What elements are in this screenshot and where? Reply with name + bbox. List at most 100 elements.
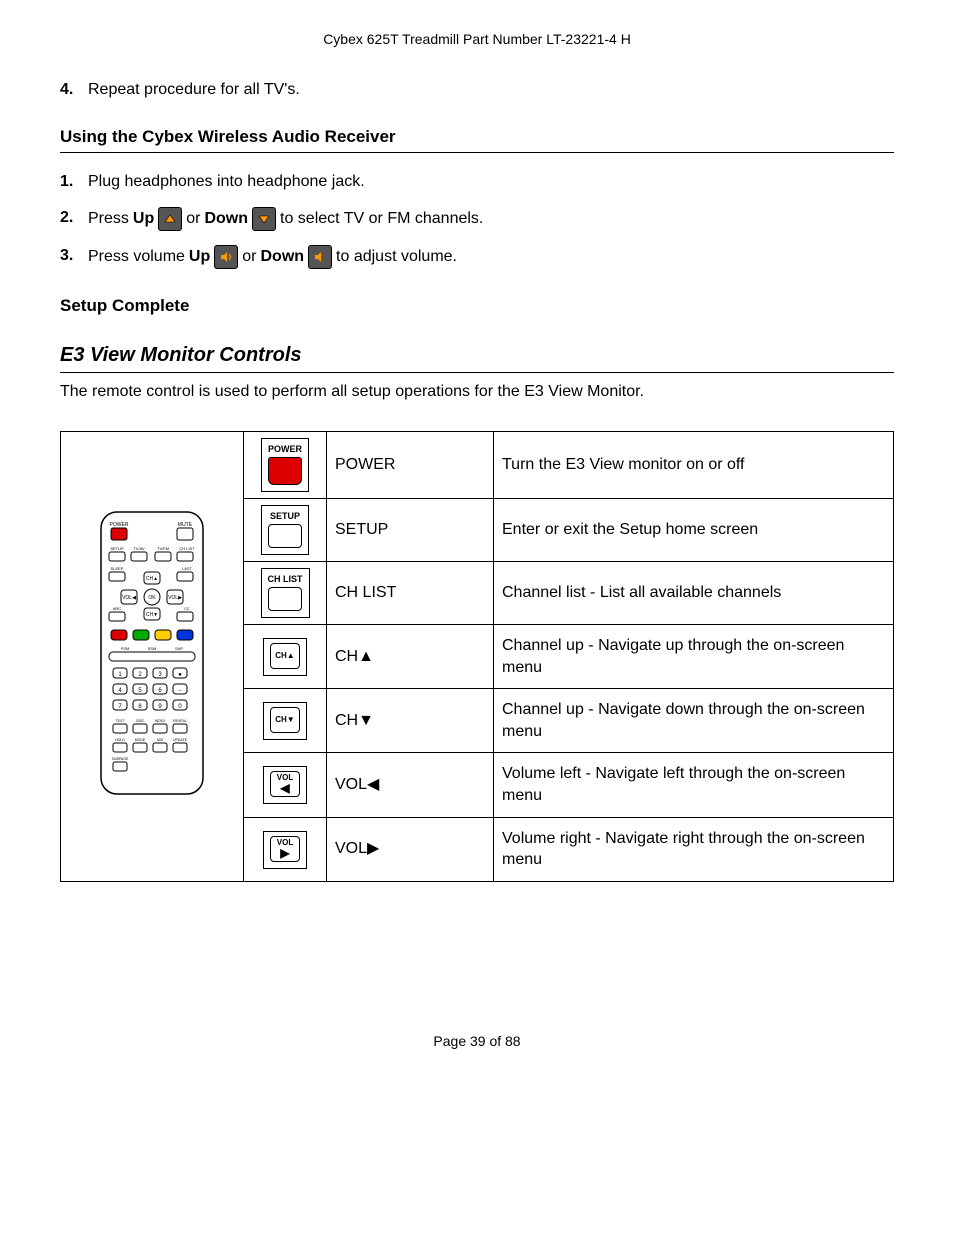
svg-text:SIZE: SIZE (136, 719, 144, 723)
ch-up-button-icon: CH▲ (263, 638, 307, 676)
svg-text:MUTE: MUTE (178, 522, 193, 528)
button-label: VOL◀ (327, 753, 494, 817)
channel-up-icon (158, 207, 182, 231)
channel-down-icon (252, 207, 276, 231)
svg-text:TEXT: TEXT (116, 719, 126, 723)
button-description: Channel list - List all available channe… (494, 561, 894, 624)
vol-left-button-icon: VOL◀ (263, 766, 307, 804)
svg-text:POWER: POWER (110, 522, 129, 528)
button-description: Volume left - Navigate left through the … (494, 753, 894, 817)
section-heading-wireless: Using the Cybex Wireless Audio Receiver (60, 126, 894, 153)
list-number: 4. (60, 79, 88, 101)
list-item: 1. Plug headphones into headphone jack. (60, 171, 894, 193)
svg-text:MODE: MODE (135, 738, 146, 742)
svg-text:LAST: LAST (182, 566, 193, 571)
svg-text:TV/FM: TV/FM (157, 546, 169, 551)
list-text: Press Up or Down to select TV or FM chan… (88, 207, 894, 231)
svg-text:UPDATE: UPDATE (173, 738, 188, 742)
button-label: POWER (327, 431, 494, 498)
power-button-icon: POWER (261, 438, 309, 492)
list-text: Press volume Up or Down to adjust volume… (88, 245, 894, 269)
svg-text:SETUP: SETUP (110, 546, 124, 551)
button-label: VOL▶ (327, 817, 494, 881)
button-icon-cell: POWER (244, 431, 327, 498)
svg-text:INDEX: INDEX (155, 719, 166, 723)
svg-text:VOL▶: VOL▶ (168, 595, 182, 601)
intro-paragraph: The remote control is used to perform al… (60, 381, 894, 403)
wireless-steps: 1. Plug headphones into headphone jack. … (60, 171, 894, 269)
controls-table: POWER MUTE SETUP TV/AV TV/FM CH LIST SLE… (60, 431, 894, 882)
text-fragment: Press (88, 208, 129, 230)
svg-text:TV/AV: TV/AV (133, 546, 145, 551)
chlist-button-icon: CH LIST (261, 568, 310, 618)
button-label: CH▼ (327, 689, 494, 753)
button-icon-cell: SETUP (244, 498, 327, 561)
step-4-list: 4. Repeat procedure for all TV's. (60, 79, 894, 101)
doc-header: Cybex 625T Treadmill Part Number LT-2322… (60, 30, 894, 49)
volume-up-icon (214, 245, 238, 269)
list-item: 2. Press Up or Down to select TV or FM c… (60, 207, 894, 231)
text-fragment: to select TV or FM channels. (280, 208, 483, 230)
text-bold: Up (189, 246, 210, 268)
svg-text:REVEAL: REVEAL (173, 719, 187, 723)
remote-image-cell: POWER MUTE SETUP TV/AV TV/FM CH LIST SLE… (61, 431, 244, 881)
button-icon-cell: VOL◀ (244, 753, 327, 817)
list-number: 3. (60, 245, 88, 267)
svg-text:ARC: ARC (113, 606, 122, 611)
section-heading-complete: Setup Complete (60, 295, 894, 318)
svg-text:PSM: PSM (121, 646, 130, 651)
button-description: Turn the E3 View monitor on or off (494, 431, 894, 498)
svg-text:CH▼: CH▼ (146, 612, 158, 618)
list-text: Plug headphones into headphone jack. (88, 171, 894, 193)
button-description: Channel up - Navigate up through the on-… (494, 624, 894, 688)
button-label: CH▲ (327, 624, 494, 688)
svg-text:HOLD: HOLD (115, 738, 125, 742)
list-number: 2. (60, 207, 88, 229)
text-bold: Up (133, 208, 154, 230)
text-bold: Down (260, 246, 304, 268)
text-fragment: to adjust volume. (336, 246, 457, 268)
svg-text:SLEEP: SLEEP (111, 566, 124, 571)
icon-label: CH▼ (275, 716, 294, 724)
button-icon-cell: CH▲ (244, 624, 327, 688)
svg-text:−: − (178, 688, 182, 694)
page-footer: Page 39 of 88 (60, 1032, 894, 1051)
list-text: Repeat procedure for all TV's. (88, 79, 894, 101)
table-row: POWER MUTE SETUP TV/AV TV/FM CH LIST SLE… (61, 431, 894, 498)
button-description: Channel up - Navigate down through the o… (494, 689, 894, 753)
section-heading-e3: E3 View Monitor Controls (60, 342, 894, 373)
svg-text:SUBPAGE: SUBPAGE (112, 757, 129, 761)
icon-label: CH▲ (275, 652, 294, 660)
list-number: 1. (60, 171, 88, 193)
button-icon-cell: CH LIST (244, 561, 327, 624)
svg-text:OK: OK (148, 595, 156, 601)
setup-button-icon: SETUP (261, 505, 309, 555)
icon-label: POWER (268, 443, 302, 455)
svg-text:SSM: SSM (148, 646, 157, 651)
text-fragment: Press volume (88, 246, 185, 268)
text-fragment: or (242, 246, 256, 268)
vol-right-button-icon: VOL▶ (263, 831, 307, 869)
svg-text:CC: CC (184, 606, 190, 611)
ch-down-button-icon: CH▼ (263, 702, 307, 740)
text-bold: Down (204, 208, 248, 230)
button-label: SETUP (327, 498, 494, 561)
remote-illustration-icon: POWER MUTE SETUP TV/AV TV/FM CH LIST SLE… (97, 508, 207, 798)
button-label: CH LIST (327, 561, 494, 624)
button-description: Enter or exit the Setup home screen (494, 498, 894, 561)
svg-text:CH▲: CH▲ (146, 576, 158, 582)
list-item: 3. Press volume Up or Down to adjust vol… (60, 245, 894, 269)
button-description: Volume right - Navigate right through th… (494, 817, 894, 881)
svg-text:SAP: SAP (175, 646, 183, 651)
svg-text:CH LIST: CH LIST (179, 546, 195, 551)
svg-text:MIX: MIX (157, 738, 164, 742)
svg-text:●: ● (178, 672, 182, 678)
button-icon-cell: CH▼ (244, 689, 327, 753)
icon-label: CH LIST (268, 573, 303, 585)
list-item: 4. Repeat procedure for all TV's. (60, 79, 894, 101)
icon-label: SETUP (268, 510, 302, 522)
svg-text:VOL◀: VOL◀ (122, 595, 136, 601)
volume-down-icon (308, 245, 332, 269)
button-icon-cell: VOL▶ (244, 817, 327, 881)
text-fragment: or (186, 208, 200, 230)
